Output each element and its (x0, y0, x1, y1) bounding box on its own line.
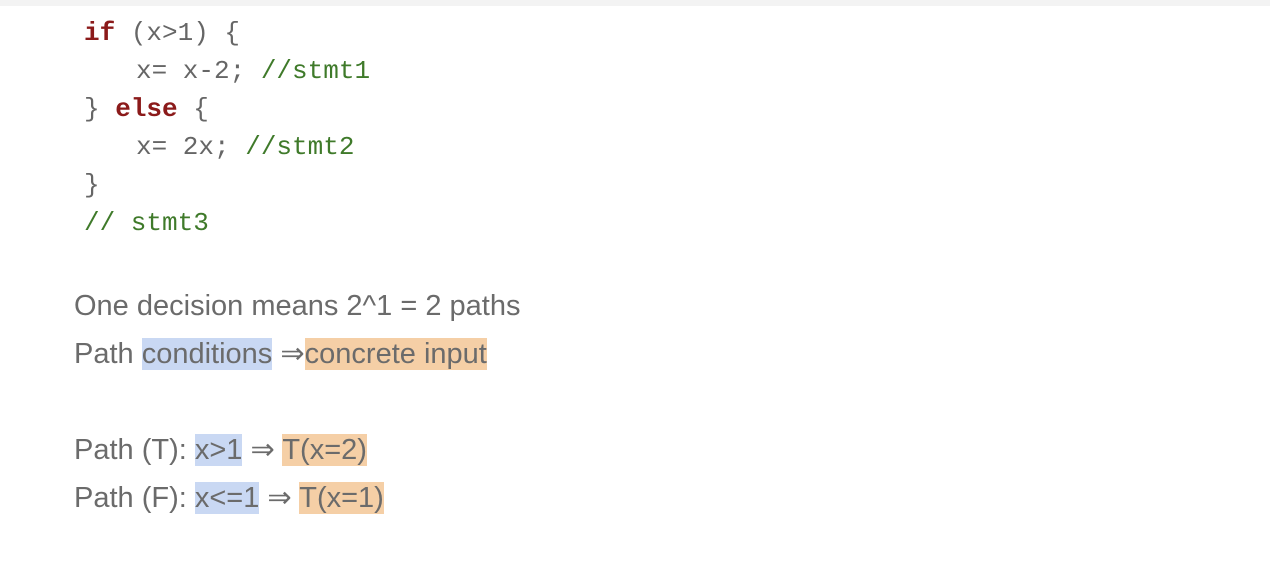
path-f-arrow: ⇒ (259, 482, 300, 514)
comment-stmt2: //stmt2 (245, 132, 355, 162)
arrow: ⇒ (272, 338, 305, 370)
concrete-input-highlight: concrete input (304, 338, 487, 370)
path-f-condition: x<=1 (194, 482, 260, 514)
comment-stmt3: // stmt3 (84, 208, 209, 238)
keyword-if: if (84, 18, 116, 48)
path-t-condition: x>1 (194, 434, 243, 466)
top-bar (0, 0, 1270, 6)
conditions-highlight: conditions (141, 338, 273, 370)
path-true-line: Path (T): x>1 ⇒ T(x=2) (74, 430, 367, 470)
code-close-brace: } (84, 94, 116, 124)
code-line-stmt1: x= x-2; //stmt1 (136, 52, 370, 90)
code-open-brace: { (177, 94, 209, 124)
path-label: Path (74, 338, 142, 370)
path-f-label: Path (F): (74, 482, 195, 514)
path-t-arrow: ⇒ (242, 434, 283, 466)
code-stmt2: x= 2x; (136, 132, 246, 162)
path-conditions-line: Path conditions ⇒concrete input (74, 334, 487, 374)
code-line-if: if (x>1) { (84, 14, 240, 52)
comment-stmt1: //stmt1 (260, 56, 371, 86)
code-line-else: } else { (84, 90, 209, 128)
code-stmt1: x= x-2; (136, 56, 261, 86)
path-f-input: T(x=1) (299, 482, 384, 514)
path-t-input: T(x=2) (282, 434, 367, 466)
code-line-stmt2: x= 2x; //stmt2 (136, 128, 354, 166)
keyword-else: else (115, 94, 178, 124)
decision-text: One decision means 2^1 = 2 paths (74, 290, 521, 322)
path-false-line: Path (F): x<=1 ⇒ T(x=1) (74, 478, 384, 518)
code-block: if (x>1) { x= x-2; //stmt1 } else { x= 2… (84, 14, 370, 238)
code-if-condition: (x>1) { (115, 18, 241, 48)
code-line-close: } (84, 170, 100, 200)
path-t-label: Path (T): (74, 434, 195, 466)
